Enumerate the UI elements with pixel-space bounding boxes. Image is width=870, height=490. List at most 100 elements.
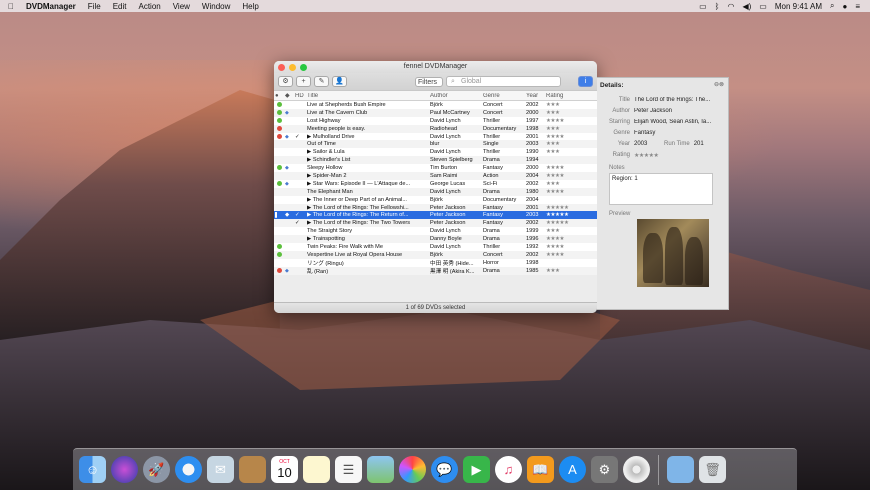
close-button[interactable] [278,64,285,71]
bluetooth-icon[interactable]: ᛒ [715,2,720,11]
finder-icon[interactable]: ☺ [79,456,106,483]
notes-app-icon[interactable] [239,456,266,483]
table-row[interactable]: ▶ Spider-Man 2 Sam Raimi Action 2004 ★★★★ [274,172,597,180]
genre-value[interactable]: Fantasy [634,130,728,136]
rating-value[interactable]: ★★★★★ [634,152,728,159]
messages-icon[interactable]: 💬 [431,456,458,483]
disclosure-icon[interactable]: ▶ [307,173,311,179]
table-row[interactable]: The Straight Story David Lynch Drama 1999 ★★… [274,227,597,235]
zoom-button[interactable] [300,64,307,71]
siri-menu-icon[interactable]: ● [842,2,847,11]
table-row[interactable]: ◆ 乱 (Ran) 黒澤 明 (Akira K... Drama 1985 ★★★ [274,266,597,275]
disclosure-icon[interactable]: ▶ [307,205,311,211]
table-row[interactable]: ▌ ◆ ✓ ▶ The Lord of the Rings: The Return o… [274,211,597,220]
edit-button[interactable]: ✎ [314,76,329,87]
appstore-icon[interactable]: A [559,456,586,483]
safari-icon[interactable] [175,456,202,483]
author-value[interactable]: Peter Jackson [634,108,728,114]
hd-column-header[interactable]: HD [294,93,306,99]
table-row[interactable]: ▶ Sailor & Lula David Lynch Thriller 1990 ★★… [274,148,597,156]
person-button[interactable]: 👤 [332,76,347,87]
table-row[interactable]: Vespertine Live at Royal Opera House Björ… [274,250,597,259]
menu-clock[interactable]: Mon 9:41 AM [775,2,822,11]
table-row[interactable]: ◆ Live at The Cavern Club Paul McCartney C… [274,108,597,117]
disclosure-icon[interactable]: ▶ [307,134,311,140]
disclosure-icon[interactable]: ▶ [307,157,311,163]
menu-app-name[interactable]: DVDManager [26,2,76,11]
facetime-icon[interactable]: ▶ [463,456,490,483]
search-icon[interactable]: ⌕ [830,1,834,11]
menu-action[interactable]: Action [138,2,160,11]
disclosure-icon[interactable]: ▶ [307,236,311,242]
checkmark-cell[interactable]: ✓ [294,134,306,140]
disclosure-icon[interactable]: ▶ [307,197,311,203]
add-button[interactable]: + [296,76,311,87]
status-column-header[interactable]: ● [274,93,284,99]
menu-help[interactable]: Help [242,2,258,11]
table-row[interactable]: ▶ Trainspotting Danny Boyle Drama 1996 ★★★★ [274,235,597,244]
volume-icon[interactable]: ◀) [742,2,751,11]
menu-file[interactable]: File [88,2,101,11]
disclosure-icon[interactable]: ▶ [307,212,311,218]
menu-window[interactable]: Window [202,2,230,11]
table-row[interactable]: ◆ Sleepy Hollow Tim Burton Fantasy 2000 ★★★★ [274,164,597,172]
filters-control[interactable]: Filters [415,76,443,87]
starring-value[interactable]: Elijah Wood, Sean Astin, Ia... [634,119,728,125]
table-row[interactable]: Lost Highway David Lynch Thriller 1997 ★★★★ [274,117,597,125]
rating-column-header[interactable]: Rating [545,93,590,99]
title-column-header[interactable]: Title [306,93,429,99]
search-field[interactable]: ⌕ Global [446,76,561,87]
notes-field[interactable]: Region: 1 [609,173,713,205]
year-column-header[interactable]: Year [525,93,545,99]
title-bar[interactable]: fennel DVDManager [274,61,597,73]
mail-icon[interactable]: ✉ [207,456,234,483]
battery-icon[interactable]: ▭ [759,2,767,11]
preferences-icon[interactable]: ⚙ [591,456,618,483]
table-row[interactable]: ◆ ▶ Star Wars: Episode II — L'Attaque de.… [274,180,597,188]
table-row[interactable]: Out of Time blur Single 2003 ★★★ [274,140,597,149]
checkmark-cell[interactable]: ✓ [294,212,306,218]
apple-menu-icon[interactable]:  [8,2,14,11]
runtime-value[interactable]: 201 [694,141,704,147]
dvdmanager-icon[interactable] [623,456,650,483]
table-row[interactable]: The Elephant Man David Lynch Drama 1980 ★★★★ [274,187,597,196]
reminders-icon[interactable]: ☰ [335,456,362,483]
downloads-icon[interactable] [667,456,694,483]
itunes-icon[interactable]: ♫ [495,456,522,483]
table-row[interactable]: Live at Shepherds Bush Empire Björk Concer… [274,101,597,109]
airplay-icon[interactable]: ▭ [699,2,707,11]
filters-select[interactable]: Filters [415,76,443,87]
table-row[interactable]: Twin Peaks: Fire Walk with Me David Lynch… [274,243,597,251]
table-row[interactable]: ▶ Schindler's List Steven Spielberg Drama 1… [274,156,597,165]
disclosure-icon[interactable]: ▶ [307,149,311,155]
flag-column-header[interactable]: ◆ [284,92,294,99]
table-row[interactable]: ✓ ▶ The Lord of the Rings: The Two Towers… [274,219,597,228]
launchpad-icon[interactable]: 🚀 [143,456,170,483]
minimize-button[interactable] [289,64,296,71]
table-row[interactable]: Meeting people is easy. Radiohead Document… [274,124,597,133]
disclosure-icon[interactable]: ▶ [307,181,311,187]
year-value[interactable]: 2003 [634,141,664,147]
panel-buttons[interactable]: ⊖⊗ [714,81,724,88]
settings-button[interactable]: ⚙ [278,76,293,87]
table-row[interactable]: ▶ The Lord of the Rings: The Fellowshi..… [274,203,597,212]
photos-icon[interactable] [399,456,426,483]
checkmark-cell[interactable]: ✓ [294,220,306,226]
genre-column-header[interactable]: Genre [482,93,525,99]
menu-view[interactable]: View [173,2,190,11]
calendar-icon[interactable]: OCT 10 [271,456,298,483]
author-column-header[interactable]: Author [429,93,482,99]
wifi-icon[interactable]: ◠ [727,2,734,11]
maps-icon[interactable] [367,456,394,483]
table-row[interactable]: ▶ The Inner or Deep Part of an Animal...… [274,196,597,204]
textedit-icon[interactable] [303,456,330,483]
table-row[interactable]: ◆ ✓ ▶ Mulholland Drive David Lynch Thriller 2… [274,133,597,141]
trash-icon[interactable]: 🗑 [699,456,726,483]
disclosure-icon[interactable]: ▶ [307,220,311,226]
title-value[interactable]: The Lord of the Rings: The... [634,97,728,103]
menu-edit[interactable]: Edit [113,2,127,11]
table-row[interactable]: リング (Ringu) 中田 英秀 (Hide... Horror 1998 [274,259,597,267]
info-button[interactable]: i [578,76,593,87]
ibooks-icon[interactable]: 📖 [527,456,554,483]
siri-icon[interactable] [111,456,138,483]
